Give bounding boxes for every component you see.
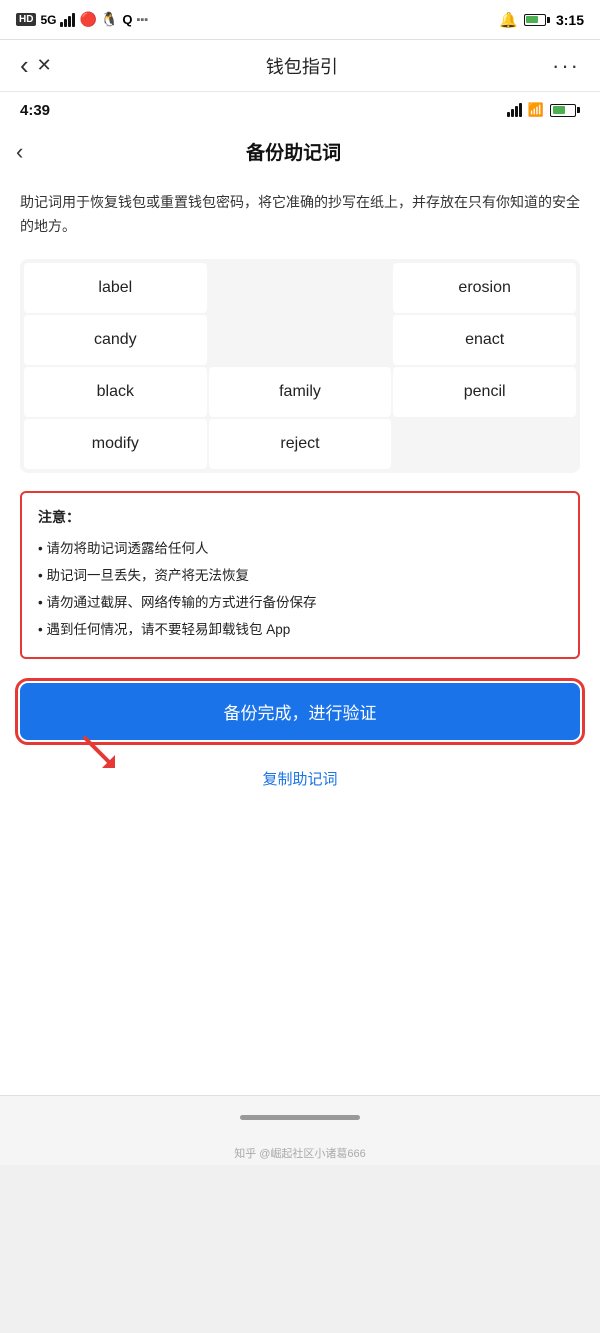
app-header-title: 钱包指引	[52, 53, 552, 79]
outer-time: 3:15	[556, 12, 584, 28]
hd-badge: HD	[16, 13, 36, 26]
signal-icon	[60, 13, 75, 27]
signal-text: 5G	[40, 13, 56, 27]
outer-status-left: HD 5G 🔴 🐧 Q ▪▪▪	[16, 11, 148, 28]
inner-content: 助记词用于恢复钱包或重置钱包密码，将它准确的抄写在纸上，并存放在只有你知道的安全…	[0, 175, 600, 805]
mnemonic-word-12	[393, 419, 576, 469]
mnemonic-word-11: reject	[209, 419, 392, 469]
inner-signal-icon	[507, 103, 522, 117]
home-indicator	[240, 1115, 360, 1120]
inner-battery-icon	[550, 104, 580, 117]
inner-back-button[interactable]: ‹	[16, 139, 23, 165]
mnemonic-word-6: enact	[393, 315, 576, 365]
inner-wifi-icon: 📶	[528, 102, 544, 118]
inner-status-bar: 4:39 📶	[0, 92, 600, 128]
inner-screen: 4:39 📶 ‹ 备份助记词 助记词用于恢复钱包或重置	[0, 92, 600, 805]
q-icon: Q	[122, 12, 132, 27]
watermark: 知乎 @崛起社区小诸葛666	[0, 1139, 600, 1165]
mnemonic-word-7: black	[24, 367, 207, 417]
arrow-indicator	[80, 733, 120, 778]
mnemonic-word-3: erosion	[393, 263, 576, 313]
outer-status-right: 🔔 3:15	[499, 11, 584, 29]
back-button[interactable]: ‹	[20, 50, 29, 81]
warning-item-3: • 请勿通过截屏、网络传输的方式进行备份保存	[38, 589, 562, 616]
qq-icon: 🐧	[101, 11, 118, 28]
close-button[interactable]: ✕	[37, 55, 52, 76]
backup-complete-button[interactable]: 备份完成，进行验证	[20, 683, 580, 740]
warning-title: 注意：	[38, 507, 562, 527]
mnemonic-word-1: label	[24, 263, 207, 313]
warning-item-4: • 遇到任何情况，请不要轻易卸载钱包 App	[38, 616, 562, 643]
inner-page-title: 备份助记词	[31, 138, 556, 165]
mnemonic-word-10: modify	[24, 419, 207, 469]
empty-space	[0, 805, 600, 1095]
more-apps-icon: ▪▪▪	[136, 14, 148, 26]
mnemonic-word-4: candy	[24, 315, 207, 365]
mnemonic-grid: label erosion candy enact black family p…	[20, 259, 580, 473]
bottom-navigation-bar	[0, 1095, 600, 1139]
battery-icon	[524, 14, 550, 26]
inner-page-header: ‹ 备份助记词	[0, 128, 600, 175]
mnemonic-description: 助记词用于恢复钱包或重置钱包密码，将它准确的抄写在纸上，并存放在只有你知道的安全…	[20, 191, 580, 239]
mnemonic-word-8: family	[209, 367, 392, 417]
more-options-button[interactable]: ···	[552, 53, 580, 79]
weibo-icon: 🔴	[79, 11, 96, 28]
warning-item-1: • 请勿将助记词透露给任何人	[38, 535, 562, 562]
mnemonic-word-2	[209, 263, 392, 313]
mnemonic-word-9: pencil	[393, 367, 576, 417]
mnemonic-word-5	[209, 315, 392, 365]
button-area: 备份完成，进行验证	[20, 683, 580, 740]
warning-box: 注意： • 请勿将助记词透露给任何人 • 助记词一旦丢失，资产将无法恢复 • 请…	[20, 491, 580, 659]
inner-status-icons: 📶	[507, 102, 580, 118]
outer-status-bar: HD 5G 🔴 🐧 Q ▪▪▪ 🔔 3:15	[0, 0, 600, 40]
inner-time: 4:39	[20, 102, 50, 119]
app-header: ‹ ✕ 钱包指引 ···	[0, 40, 600, 92]
warning-item-2: • 助记词一旦丢失，资产将无法恢复	[38, 562, 562, 589]
bell-icon: 🔔	[499, 11, 518, 29]
